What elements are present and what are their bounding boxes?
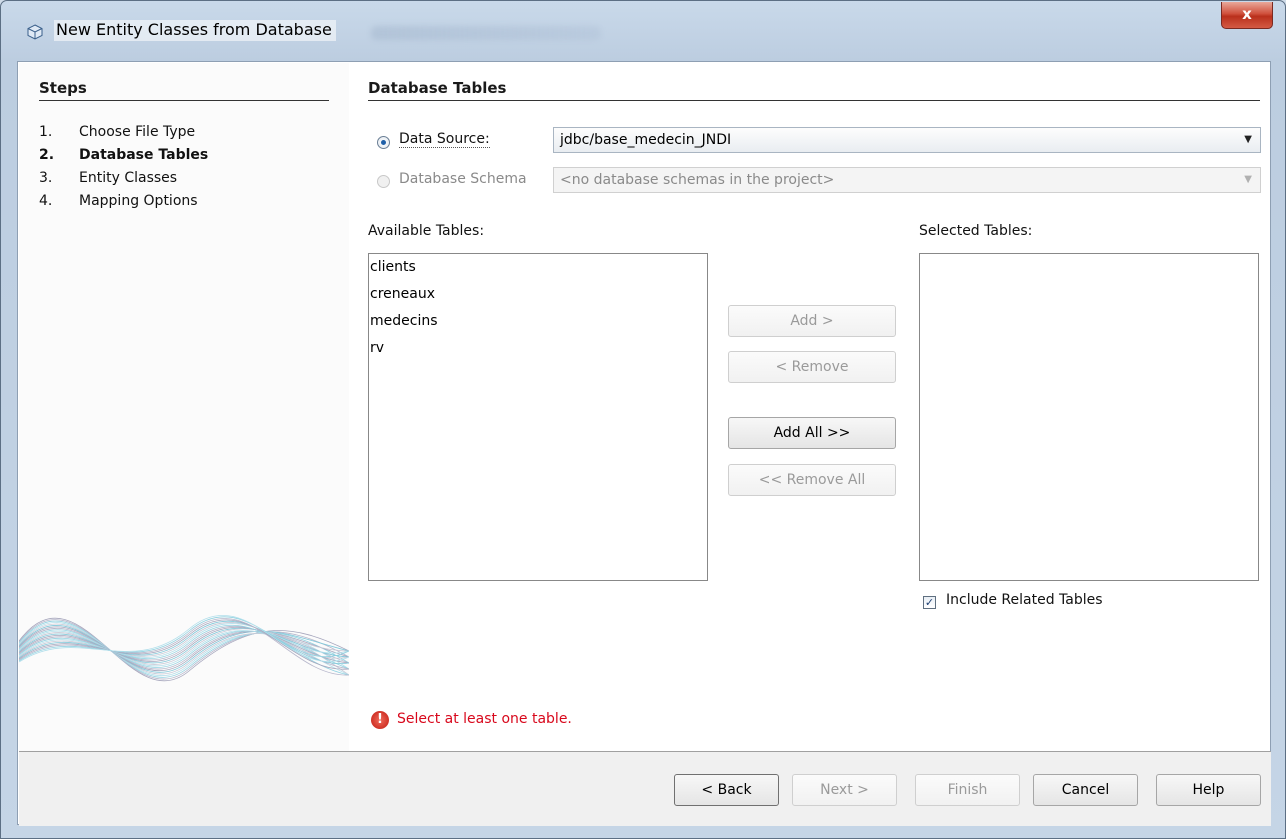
table-list-item[interactable]: creneaux — [369, 281, 707, 308]
step-item: 3. Entity Classes — [39, 170, 177, 186]
table-list-item[interactable]: clients — [369, 254, 707, 281]
error-message: Select at least one table. — [397, 711, 572, 727]
database-schema-value: <no database schemas in the project> — [560, 172, 835, 188]
decorative-wave-graphic — [19, 615, 349, 682]
add-button[interactable]: Add > — [728, 305, 896, 337]
remove-button[interactable]: < Remove — [728, 351, 896, 383]
dialog-window: New Entity Classes from Database x Steps… — [0, 0, 1286, 839]
selected-tables-list[interactable] — [919, 253, 1259, 581]
chevron-down-icon: ▼ — [1244, 134, 1252, 145]
cancel-button[interactable]: Cancel — [1033, 774, 1138, 806]
step-number: 2. — [39, 147, 55, 163]
step-number: 1. — [39, 124, 53, 140]
step-item: 1. Choose File Type — [39, 124, 195, 140]
remove-all-button[interactable]: << Remove All — [728, 464, 896, 496]
step-item: 4. Mapping Options — [39, 193, 198, 209]
step-label: Choose File Type — [79, 124, 196, 140]
steps-divider — [39, 100, 329, 101]
close-button[interactable]: x — [1221, 2, 1273, 29]
wave-line — [19, 617, 349, 682]
button-bar: < Back Next > Finish Cancel Help — [19, 751, 1271, 826]
window-title: New Entity Classes from Database — [54, 20, 336, 41]
database-schema-combo[interactable]: <no database schemas in the project> ▼ — [553, 167, 1261, 193]
finish-button[interactable]: Finish — [915, 774, 1020, 806]
data-source-label: Data Source: — [399, 131, 490, 148]
dialog-client-area: Steps 1. Choose File Type 2. Database Table… — [17, 61, 1271, 826]
available-tables-list[interactable]: clients creneaux medecins rv — [368, 253, 708, 581]
steps-heading: Steps — [39, 79, 87, 97]
data-source-combo[interactable]: jdbc/base_medecin_JNDI ▼ — [553, 127, 1261, 153]
step-label: Entity Classes — [79, 170, 178, 186]
include-related-tables-label: Include Related Tables — [946, 592, 1103, 608]
database-schema-radio[interactable] — [377, 175, 390, 188]
include-related-tables-checkbox[interactable]: ✓ — [923, 596, 936, 609]
step-number: 4. — [39, 193, 53, 209]
data-source-value: jdbc/base_medecin_JNDI — [560, 132, 732, 148]
chevron-down-icon: ▼ — [1244, 174, 1252, 185]
panel-heading: Database Tables — [368, 79, 507, 97]
panel-divider — [368, 100, 1260, 101]
table-list-item[interactable]: rv — [369, 335, 707, 362]
add-all-button[interactable]: Add All >> — [728, 417, 896, 449]
next-button[interactable]: Next > — [792, 774, 897, 806]
database-tables-panel: Database Tables Data Source: jdbc/base_m… — [349, 63, 1270, 751]
step-number: 3. — [39, 170, 53, 186]
step-label: Database Tables — [79, 147, 209, 163]
help-button[interactable]: Help — [1156, 774, 1261, 806]
steps-panel: Steps 1. Choose File Type 2. Database Table… — [19, 63, 349, 751]
table-list-item[interactable]: medecins — [369, 308, 707, 335]
back-button[interactable]: < Back — [674, 774, 779, 806]
title-background-blur — [371, 26, 601, 40]
step-item: 2. Database Tables — [39, 147, 208, 163]
step-label: Mapping Options — [79, 193, 198, 209]
available-tables-label: Available Tables: — [368, 223, 485, 239]
netbeans-cube-icon — [27, 24, 43, 40]
database-schema-label: Database Schema — [399, 171, 527, 187]
title-bar[interactable]: New Entity Classes from Database x — [1, 1, 1285, 45]
data-source-radio[interactable] — [377, 136, 390, 149]
selected-tables-label: Selected Tables: — [919, 223, 1033, 239]
error-icon: ! — [371, 711, 389, 729]
